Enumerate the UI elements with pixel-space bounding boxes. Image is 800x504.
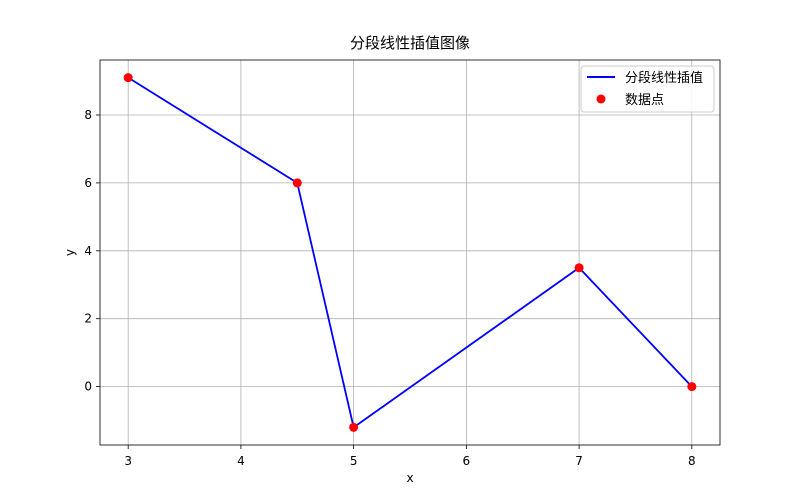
data-point (349, 422, 359, 432)
y-axis-label: y (63, 249, 77, 256)
chart-title: 分段线性插值图像 (350, 34, 470, 52)
data-point (687, 382, 697, 392)
legend: 分段线性插值 数据点 (580, 65, 715, 113)
x-tick-label: 3 (124, 454, 132, 468)
x-tick-label: 5 (350, 454, 358, 468)
y-tick-label: 4 (84, 244, 92, 258)
y-tick-label: 2 (84, 312, 92, 326)
x-tick-label: 8 (688, 454, 696, 468)
y-tick-label: 8 (84, 108, 92, 122)
data-point (574, 263, 584, 273)
x-tick-label: 4 (237, 454, 245, 468)
figure: 3 4 5 6 7 8 0 2 4 6 8 分段线性插值图像 x y 分段线性插值 数据点 (0, 0, 800, 500)
data-point (292, 178, 302, 188)
legend-marker-swatch (596, 94, 606, 104)
legend-label-scatter: 数据点 (625, 93, 664, 108)
y-tick-label: 6 (84, 176, 92, 190)
legend-label-line: 分段线性插值 (625, 70, 703, 86)
x-axis-label: x (406, 471, 413, 485)
x-tick-label: 6 (463, 454, 471, 468)
chart-svg: 3 4 5 6 7 8 0 2 4 6 8 分段线性插值图像 x y 分段线性插值 数据点 (0, 0, 800, 500)
data-point (123, 73, 133, 83)
x-tick-label: 7 (575, 454, 583, 468)
y-tick-label: 0 (84, 380, 92, 394)
